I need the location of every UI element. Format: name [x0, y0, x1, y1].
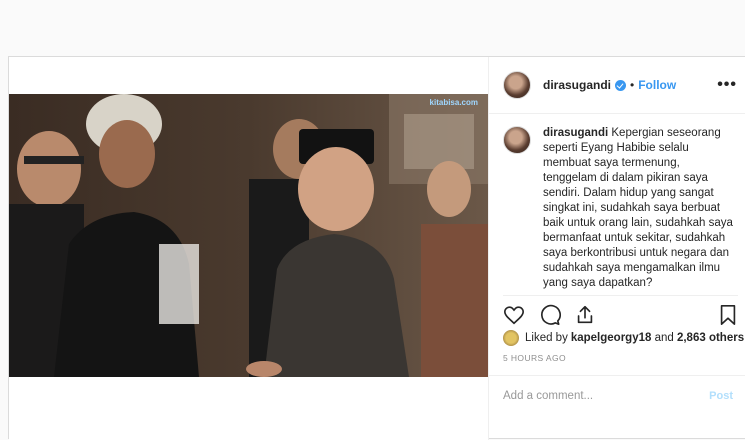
post-photo[interactable]: kitabisa.com	[9, 94, 488, 377]
separator-dot: •	[630, 78, 635, 92]
verified-badge-icon	[615, 79, 627, 91]
caption-username[interactable]: dirasugandi	[543, 127, 608, 139]
liker-username[interactable]: kapelgeorgy18	[571, 332, 652, 344]
likes-prefix: Liked by	[525, 332, 568, 344]
caption: dirasugandi Kepergian seseorang seperti …	[489, 114, 745, 296]
comment-input[interactable]: Add a comment...	[503, 390, 593, 402]
heart-icon[interactable]	[503, 304, 525, 326]
post-header: dirasugandi • Follow •••	[489, 57, 745, 114]
likes-count[interactable]: 2,863 others	[677, 332, 744, 344]
caption-avatar[interactable]	[503, 126, 531, 154]
caption-body: Kepergian seseorang seperti Eyang Habibi…	[543, 127, 733, 289]
avatar[interactable]	[503, 71, 531, 99]
likes-middle: and	[651, 332, 677, 344]
action-bar	[503, 295, 738, 332]
watermark: kitabisa.com	[429, 98, 478, 107]
comment-box: Add a comment... Post	[489, 375, 745, 415]
username-link[interactable]: dirasugandi	[543, 78, 611, 92]
photo-area: kitabisa.com	[9, 57, 488, 440]
page-background	[0, 0, 745, 56]
post-timestamp[interactable]: 5 HOURS AGO	[503, 353, 566, 363]
post-comment-button[interactable]: Post	[709, 390, 733, 402]
bookmark-icon[interactable]	[718, 304, 738, 326]
follow-button[interactable]: Follow	[638, 78, 676, 92]
liker-avatar[interactable]	[503, 330, 519, 346]
post-side-panel: dirasugandi • Follow ••• dirasugandi Kep…	[488, 57, 745, 440]
likes-row: Liked by kapelgeorgy18 and 2,863 others	[503, 330, 744, 346]
share-icon[interactable]	[574, 304, 596, 326]
post-card: kitabisa.com dirasugandi • Follow ••• di…	[8, 56, 745, 440]
comment-icon[interactable]	[539, 304, 562, 326]
photo-illustration	[9, 94, 488, 377]
more-options-button[interactable]: •••	[717, 76, 737, 94]
caption-text: dirasugandi Kepergian seseorang seperti …	[543, 126, 733, 296]
